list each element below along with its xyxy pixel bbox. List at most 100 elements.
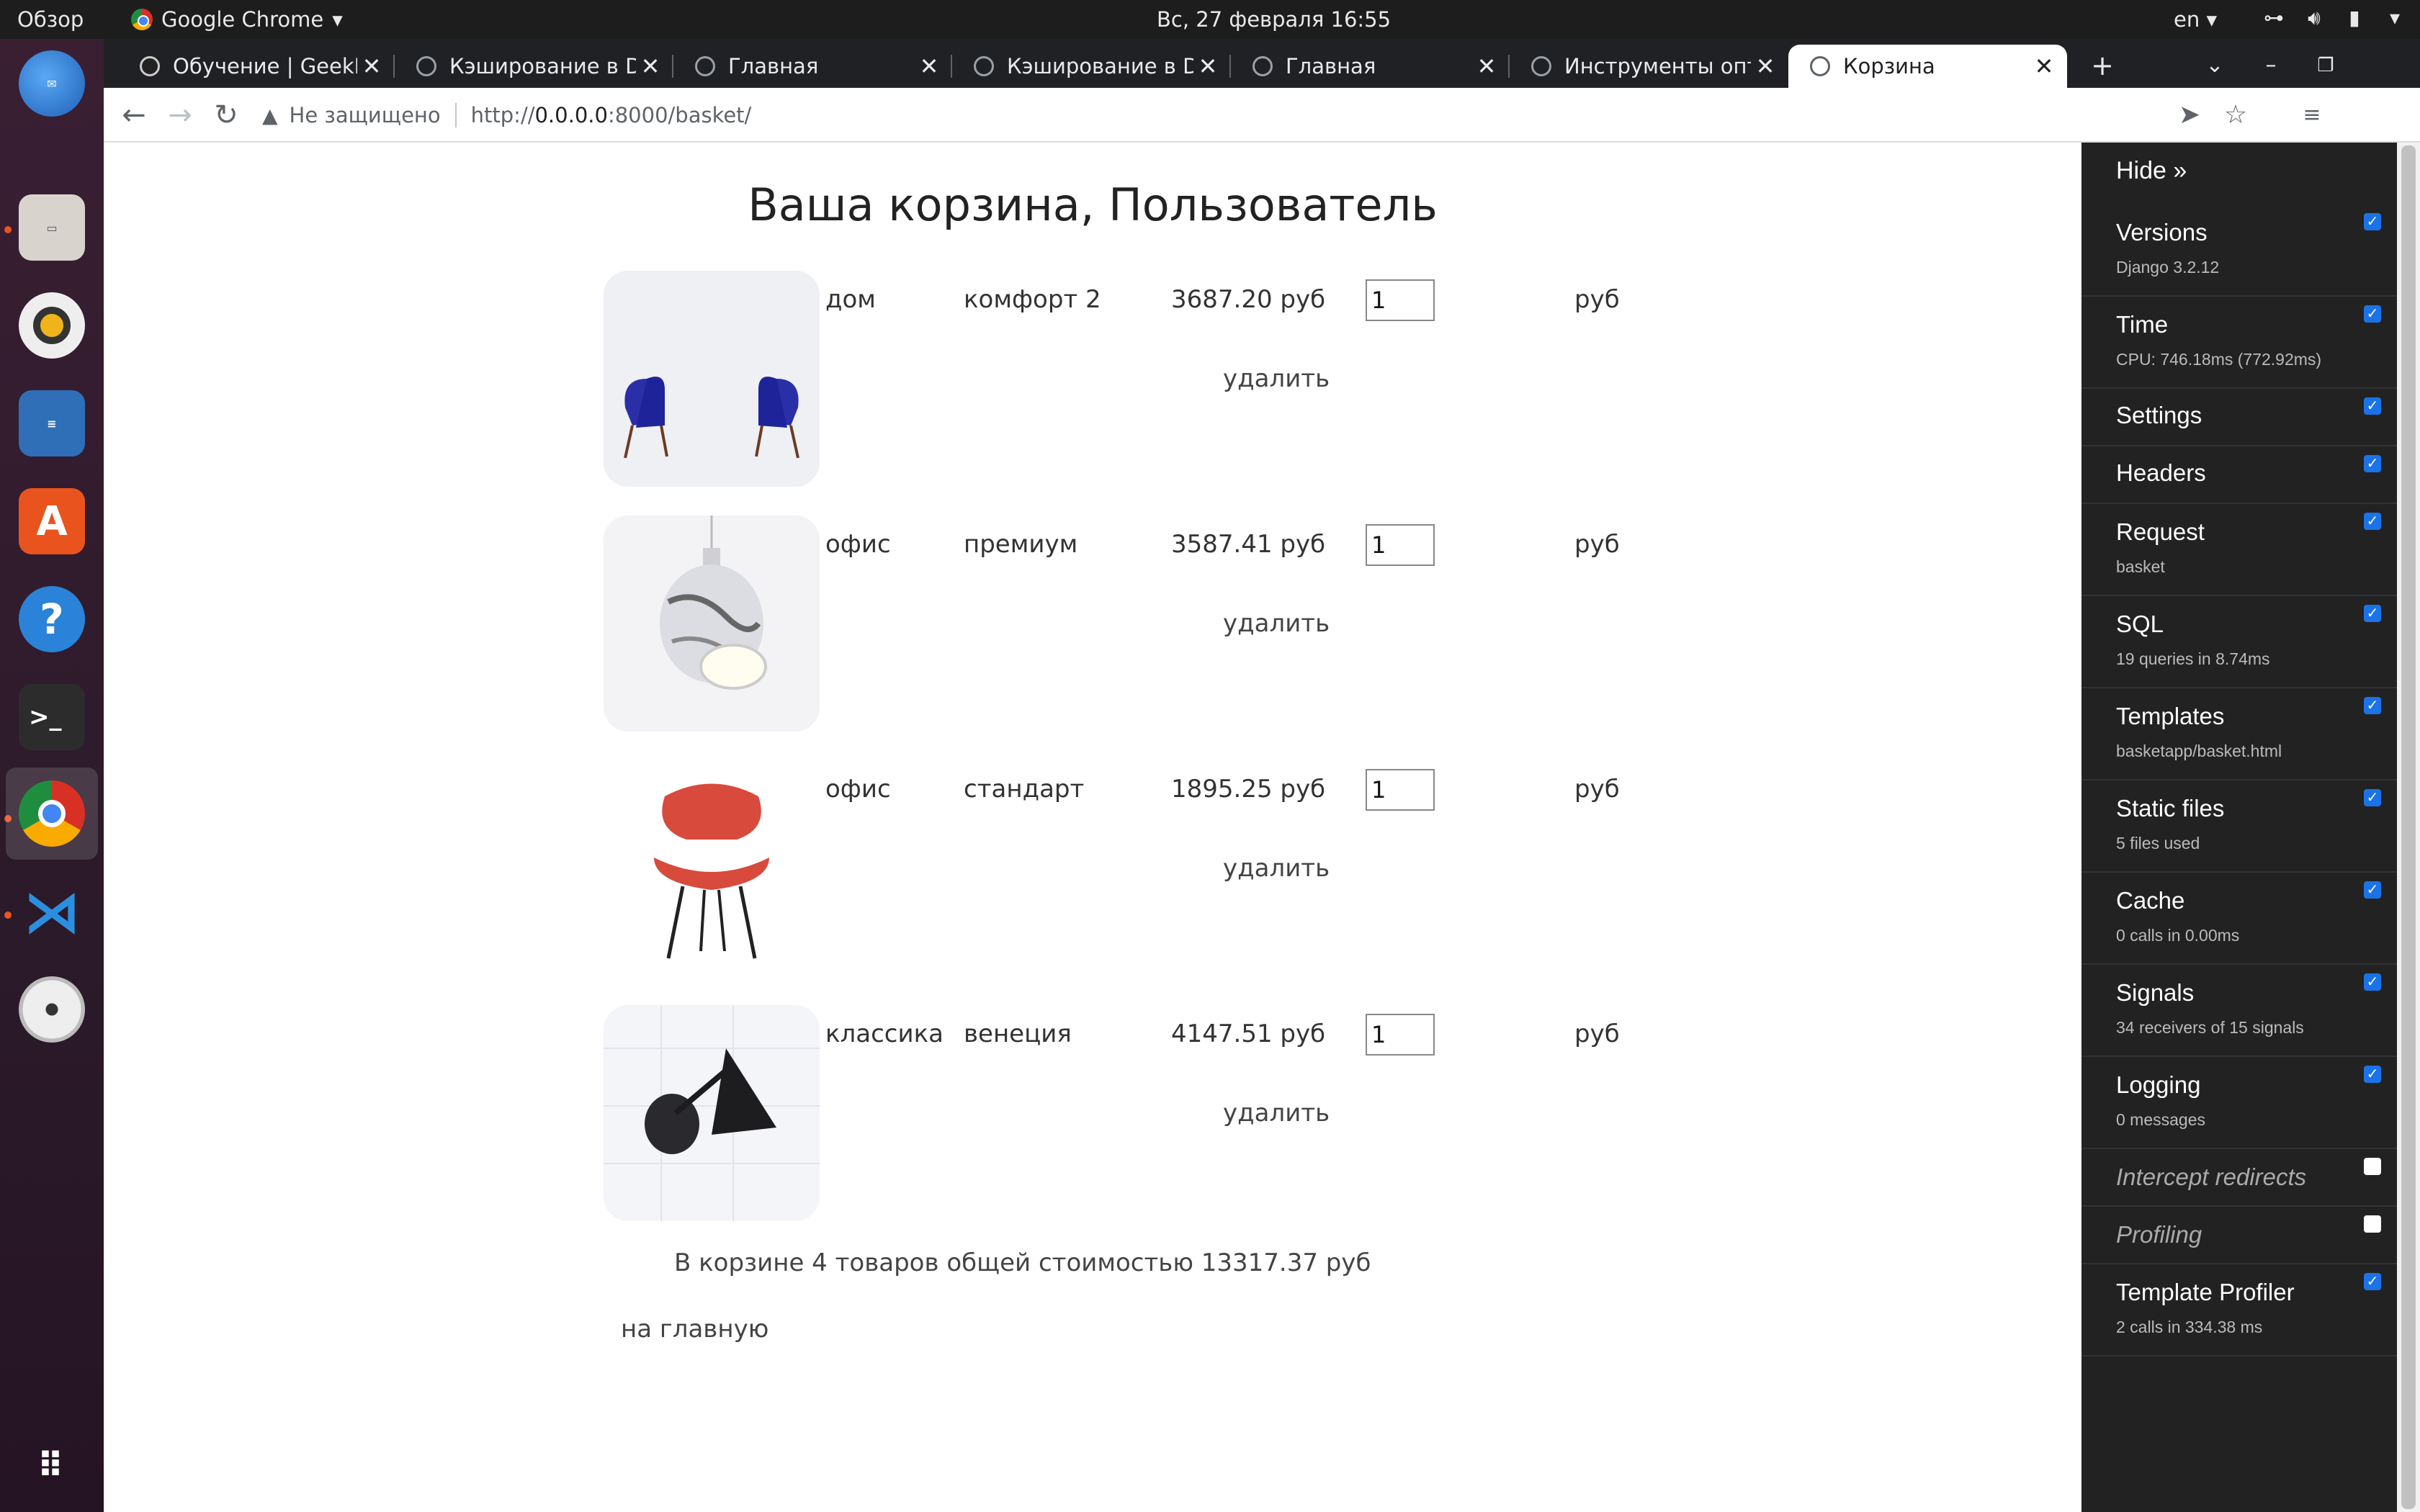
- panel-template-profiler[interactable]: Template Profiler 2 calls in 334.38 ms ✓: [2081, 1264, 2397, 1356]
- network-icon: ⊶: [2264, 6, 2284, 30]
- panel-checkbox[interactable]: ✓: [2364, 397, 2381, 415]
- close-icon[interactable]: ✕: [2030, 53, 2058, 80]
- panel-title: Headers: [2116, 459, 2206, 486]
- panel-headers[interactable]: Headers ✓: [2081, 446, 2397, 504]
- delete-link[interactable]: удалить: [1223, 1099, 1330, 1128]
- tab-search-button[interactable]: ⌄: [2197, 48, 2233, 84]
- back-button[interactable]: ←: [115, 96, 153, 134]
- panel-checkbox[interactable]: ✓: [2364, 455, 2381, 472]
- panel-checkbox[interactable]: ✓: [2364, 213, 2381, 230]
- panel-sql[interactable]: SQL 19 queries in 8.74ms ✓: [2081, 596, 2397, 688]
- panel-checkbox[interactable]: ✓: [2364, 605, 2381, 622]
- quantity-input[interactable]: [1366, 524, 1435, 566]
- keyboard-layout-label: en: [2174, 7, 2200, 32]
- panel-checkbox[interactable]: [2364, 1158, 2381, 1175]
- tab-tools[interactable]: Инструменты опти ✕: [1510, 45, 1788, 88]
- dock-item-software[interactable]: A: [14, 484, 89, 559]
- tab-caching-1[interactable]: Кэширование в Dj ✕: [395, 45, 673, 88]
- minimize-button[interactable]: –: [2253, 48, 2289, 84]
- panel-title: Profiling: [2116, 1221, 2202, 1248]
- show-apps-button[interactable]: ⠿: [14, 1428, 89, 1503]
- app-menu[interactable]: Google Chrome ▾: [131, 7, 343, 32]
- dock-item-help[interactable]: ?: [14, 582, 89, 657]
- panel-templates[interactable]: Templates basketapp/basket.html ✓: [2081, 688, 2397, 780]
- system-tray[interactable]: ⊶ 🔊︎ ▮ ▾: [2262, 6, 2407, 30]
- panel-logging[interactable]: Logging 0 messages ✓: [2081, 1057, 2397, 1149]
- tab-caching-2[interactable]: Кэширование в Dj ✕: [952, 45, 1231, 88]
- chevron-down-icon: ▾: [332, 7, 343, 32]
- dock-item-rhythmbox[interactable]: [14, 288, 89, 363]
- clock[interactable]: Вс, 27 февраля 16:55: [1157, 7, 1391, 32]
- tab-home-1[interactable]: Главная ✕: [673, 45, 952, 88]
- home-link[interactable]: на главную: [621, 1315, 768, 1344]
- quantity-input[interactable]: [1366, 769, 1435, 811]
- close-icon[interactable]: ✕: [1193, 53, 1222, 80]
- dock-item-writer[interactable]: ≡: [14, 386, 89, 461]
- panel-settings[interactable]: Settings ✓: [2081, 389, 2397, 446]
- close-icon[interactable]: ✕: [1472, 53, 1501, 80]
- item-category: офис: [825, 775, 891, 804]
- product-image-black-wall-lamp: [604, 1005, 820, 1221]
- basket-item: дом комфорт 2 3687.20 руб руб удалить: [604, 271, 1620, 487]
- reading-list-icon[interactable]: ≡: [2293, 96, 2331, 134]
- panel-checkbox[interactable]: ✓: [2364, 973, 2381, 991]
- panel-static-files[interactable]: Static files 5 files used ✓: [2081, 780, 2397, 873]
- item-price: 1895.25 руб: [1171, 775, 1326, 804]
- delete-link[interactable]: удалить: [1223, 364, 1330, 393]
- hide-toolbar-button[interactable]: Hide »: [2116, 157, 2187, 185]
- close-icon[interactable]: ✕: [1751, 53, 1780, 80]
- panel-request[interactable]: Request basket ✓: [2081, 504, 2397, 596]
- bookmark-star-icon[interactable]: ☆: [2217, 96, 2254, 134]
- tab-home-2[interactable]: Главная ✕: [1231, 45, 1510, 88]
- panel-signals[interactable]: Signals 34 receivers of 15 signals ✓: [2081, 965, 2397, 1057]
- panel-checkbox[interactable]: ✓: [2364, 1066, 2381, 1083]
- panel-cache[interactable]: Cache 0 calls in 0.00ms ✓: [2081, 873, 2397, 965]
- keyboard-layout[interactable]: en ▾: [2174, 7, 2217, 32]
- close-icon[interactable]: ✕: [915, 53, 944, 80]
- dock-item-chrome[interactable]: [6, 768, 98, 860]
- dock-item-dvd[interactable]: [14, 972, 89, 1047]
- close-icon[interactable]: ✕: [636, 53, 665, 80]
- activities-button[interactable]: Обзор: [17, 7, 84, 32]
- delete-link[interactable]: удалить: [1223, 854, 1330, 883]
- panel-title: SQL: [2116, 611, 2164, 637]
- dock-item-thunderbird[interactable]: ✉: [14, 46, 89, 121]
- panel-subtitle: basketapp/basket.html: [2116, 742, 2282, 760]
- rhythmbox-icon: [19, 292, 85, 359]
- panel-checkbox[interactable]: [2364, 1215, 2381, 1233]
- restore-button[interactable]: ❐: [2308, 48, 2344, 84]
- panel-versions[interactable]: Versions Django 3.2.12 ✓: [2081, 204, 2397, 297]
- tab-geekbrains[interactable]: Обучение | GeekBr ✕: [118, 45, 395, 88]
- close-icon[interactable]: ✕: [357, 53, 386, 80]
- panel-time[interactable]: Time CPU: 746.18ms (772.92ms) ✓: [2081, 297, 2397, 389]
- forward-button[interactable]: →: [161, 96, 199, 134]
- panel-checkbox[interactable]: ✓: [2364, 789, 2381, 806]
- tab-basket[interactable]: Корзина ✕: [1788, 45, 2067, 88]
- item-price: 3587.41 руб: [1171, 530, 1326, 559]
- geekbrains-favicon-icon: [140, 56, 160, 76]
- item-category: классика: [825, 1020, 944, 1048]
- reload-button[interactable]: ↻: [207, 96, 245, 134]
- new-tab-button[interactable]: +: [2084, 48, 2120, 84]
- basket-item: офис премиум 3587.41 руб руб удалить: [604, 516, 1620, 732]
- send-icon[interactable]: ➤: [2171, 96, 2208, 134]
- panel-profiling[interactable]: Profiling: [2081, 1207, 2397, 1264]
- warning-icon: ▲: [262, 103, 278, 127]
- panel-checkbox[interactable]: ✓: [2364, 305, 2381, 323]
- panel-checkbox[interactable]: ✓: [2364, 1273, 2381, 1290]
- panel-checkbox[interactable]: ✓: [2364, 697, 2381, 714]
- panel-intercept-redirects[interactable]: Intercept redirects: [2081, 1149, 2397, 1207]
- delete-link[interactable]: удалить: [1223, 609, 1330, 638]
- address-bar[interactable]: ▲ Не защищено http://0.0.0.0:8000/basket…: [262, 92, 751, 138]
- dock-item-vscode[interactable]: ⋊: [14, 874, 89, 949]
- page-scrollbar[interactable]: [2397, 143, 2420, 1512]
- panel-checkbox[interactable]: ✓: [2364, 513, 2381, 530]
- quantity-input[interactable]: [1366, 1014, 1435, 1056]
- item-name: венеция: [964, 1020, 1072, 1048]
- panel-subtitle: 2 calls in 334.38 ms: [2116, 1318, 2263, 1336]
- quantity-input[interactable]: [1366, 279, 1435, 321]
- url-host: 0.0.0.0: [534, 103, 608, 127]
- dock-item-terminal[interactable]: >_: [14, 680, 89, 755]
- panel-checkbox[interactable]: ✓: [2364, 881, 2381, 899]
- dock-item-files[interactable]: ▭: [14, 190, 89, 265]
